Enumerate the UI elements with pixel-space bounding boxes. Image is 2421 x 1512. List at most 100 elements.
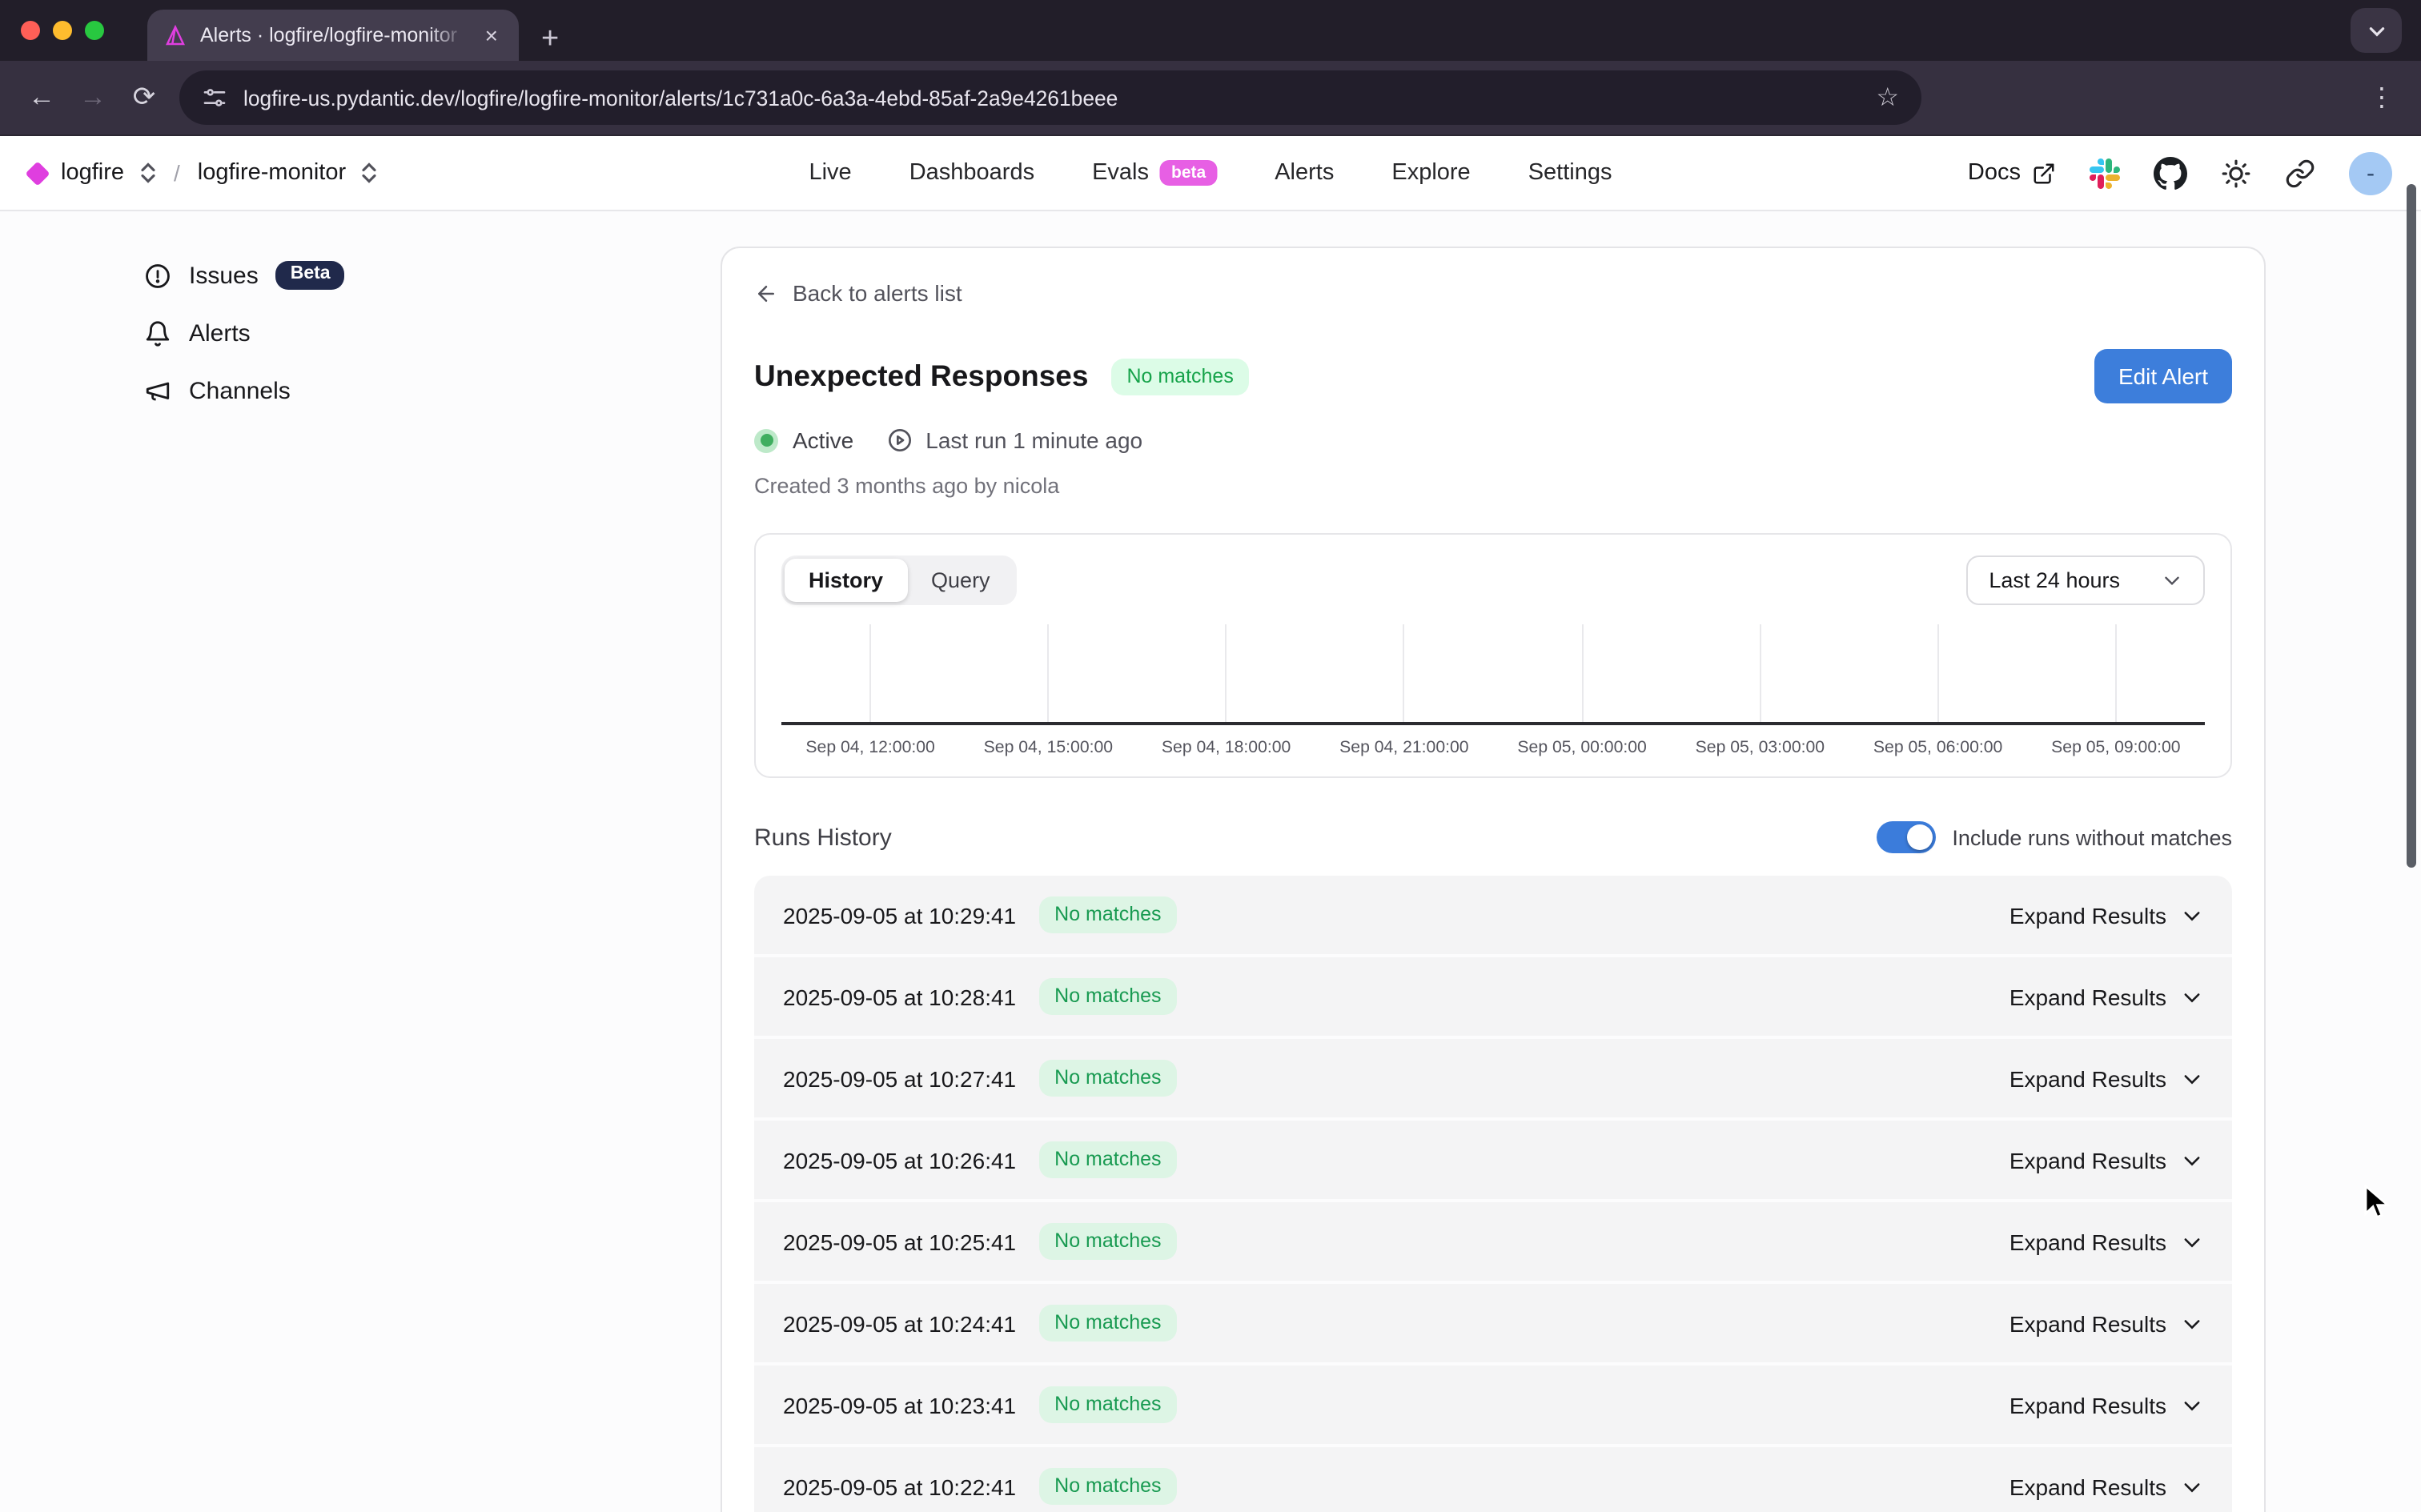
run-row: 2025-09-05 at 10:25:41 No matches Expand… — [754, 1202, 2232, 1284]
run-row: 2025-09-05 at 10:22:41 No matches Expand… — [754, 1447, 2232, 1512]
github-icon[interactable] — [2154, 156, 2187, 190]
new-tab-button[interactable]: + — [541, 24, 559, 54]
tab-close-icon[interactable]: × — [480, 22, 503, 48]
time-range-select[interactable]: Last 24 hours — [1966, 555, 2205, 605]
alert-status-badge: No matches — [1110, 358, 1249, 395]
megaphone-icon — [144, 377, 171, 404]
tab-query[interactable]: Query — [907, 559, 1014, 602]
expand-results-button[interactable]: Expand Results — [2009, 1392, 2203, 1418]
x-tick: Sep 05, 09:00:00 — [2027, 738, 2205, 757]
main-nav: Live Dashboards Evalsbeta Alerts Explore… — [809, 160, 1612, 186]
issue-alert-icon — [144, 262, 171, 289]
bell-icon — [144, 319, 171, 347]
run-status-badge: No matches — [1038, 978, 1177, 1015]
expand-results-button[interactable]: Expand Results — [2009, 984, 2203, 1009]
sidebar-item-label: Alerts — [189, 319, 251, 347]
browser-tabstrip: Alerts · logfire/logfire-monitor × + — [0, 0, 2421, 61]
browser-back-button[interactable]: ← — [16, 72, 67, 123]
nav-settings[interactable]: Settings — [1528, 160, 1612, 186]
x-tick: Sep 04, 18:00:00 — [1138, 738, 1315, 757]
include-runs-toggle[interactable] — [1877, 821, 1936, 853]
tab-title: Alerts · logfire/logfire-monitor — [200, 24, 468, 46]
expand-results-button[interactable]: Expand Results — [2009, 1310, 2203, 1336]
expand-results-button[interactable]: Expand Results — [2009, 902, 2203, 928]
sidebar-item-alerts[interactable]: Alerts — [144, 304, 624, 362]
chevron-down-icon — [2181, 1149, 2203, 1171]
bookmark-star-icon[interactable]: ☆ — [1876, 82, 1899, 114]
expand-results-button[interactable]: Expand Results — [2009, 1065, 2203, 1091]
alert-status-row: Active Last run 1 minute ago — [754, 427, 2232, 453]
expand-results-button[interactable]: Expand Results — [2009, 1229, 2203, 1254]
close-window-button[interactable] — [21, 21, 40, 40]
browser-reload-button[interactable]: ⟳ — [118, 72, 170, 123]
nav-evals[interactable]: Evalsbeta — [1092, 160, 1217, 186]
breadcrumb: logfire / logfire-monitor — [29, 160, 378, 186]
x-tick: Sep 05, 00:00:00 — [1493, 738, 1671, 757]
last-run-label: Last run 1 minute ago — [925, 427, 1142, 453]
run-timestamp: 2025-09-05 at 10:23:41 — [783, 1392, 1016, 1418]
x-tick: Sep 05, 06:00:00 — [1849, 738, 2027, 757]
theme-sun-icon[interactable] — [2221, 158, 2251, 188]
edit-alert-button[interactable]: Edit Alert — [2094, 349, 2232, 403]
browser-menu-icon[interactable]: ⋮ — [2360, 82, 2405, 114]
project-switcher-icon[interactable] — [360, 162, 378, 184]
expand-results-button[interactable]: Expand Results — [2009, 1147, 2203, 1173]
slack-icon[interactable] — [2090, 158, 2120, 188]
minimize-window-button[interactable] — [53, 21, 72, 40]
chevron-down-icon — [2181, 1312, 2203, 1334]
chevron-down-icon — [2181, 1230, 2203, 1253]
runs-list: 2025-09-05 at 10:29:41 No matches Expand… — [754, 876, 2232, 1512]
browser-tab[interactable]: Alerts · logfire/logfire-monitor × — [147, 10, 519, 61]
active-status-icon — [754, 428, 778, 452]
run-status-badge: No matches — [1038, 1305, 1177, 1342]
tab-search-button[interactable] — [2351, 8, 2402, 53]
nav-dashboards[interactable]: Dashboards — [909, 160, 1034, 186]
nav-alerts[interactable]: Alerts — [1275, 160, 1334, 186]
x-tick: Sep 04, 15:00:00 — [959, 738, 1137, 757]
last-run: Last run 1 minute ago — [887, 427, 1142, 453]
org-name[interactable]: logfire — [61, 160, 124, 186]
run-timestamp: 2025-09-05 at 10:27:41 — [783, 1065, 1016, 1091]
nav-live[interactable]: Live — [809, 160, 851, 186]
chevron-down-icon — [2181, 1394, 2203, 1416]
app-header: logfire / logfire-monitor Live Dashboard… — [0, 136, 2421, 211]
chevron-down-icon — [2181, 904, 2203, 926]
page-scrollbar-thumb[interactable] — [2407, 184, 2416, 868]
docs-link[interactable]: Docs — [1968, 160, 2056, 186]
sidebar-item-issues[interactable]: Issues Beta — [144, 247, 624, 304]
runs-history-header: Runs History Include runs without matche… — [754, 821, 2232, 853]
history-chart-card: History Query Last 24 hours Sep 04, 12:0… — [754, 533, 2232, 778]
chart-x-axis-labels: Sep 04, 12:00:00 Sep 04, 15:00:00 Sep 04… — [781, 725, 2205, 767]
sidebar-item-channels[interactable]: Channels — [144, 362, 624, 419]
run-row: 2025-09-05 at 10:28:41 No matches Expand… — [754, 957, 2232, 1039]
x-tick: Sep 04, 21:00:00 — [1315, 738, 1493, 757]
chevron-down-icon — [2181, 1067, 2203, 1089]
external-link-icon — [2032, 161, 2056, 185]
browser-toolbar: ← → ⟳ logfire-us.pydantic.dev/logfire/lo… — [0, 61, 2421, 136]
run-status-badge: No matches — [1038, 1141, 1177, 1178]
header-actions: Docs - — [1968, 151, 2392, 195]
project-name[interactable]: logfire-monitor — [198, 160, 346, 186]
site-settings-icon[interactable] — [202, 85, 227, 110]
browser-forward-button[interactable]: → — [67, 72, 118, 123]
run-status-badge: No matches — [1038, 1060, 1177, 1097]
org-switcher-icon[interactable] — [139, 162, 156, 184]
history-chart-plot — [781, 624, 2205, 725]
run-row: 2025-09-05 at 10:26:41 No matches Expand… — [754, 1121, 2232, 1202]
active-label: Active — [793, 427, 853, 453]
user-avatar[interactable]: - — [2349, 151, 2392, 195]
run-timestamp: 2025-09-05 at 10:24:41 — [783, 1310, 1016, 1336]
share-link-icon[interactable] — [2285, 158, 2315, 188]
chevron-down-icon — [2162, 570, 2182, 591]
expand-results-button[interactable]: Expand Results — [2009, 1474, 2203, 1499]
run-row: 2025-09-05 at 10:24:41 No matches Expand… — [754, 1284, 2232, 1366]
back-to-alerts-link[interactable]: Back to alerts list — [754, 280, 2232, 306]
nav-explore[interactable]: Explore — [1391, 160, 1470, 186]
url-bar[interactable]: logfire-us.pydantic.dev/logfire/logfire-… — [179, 70, 1921, 125]
tab-history[interactable]: History — [785, 559, 907, 602]
issues-beta-badge: Beta — [276, 262, 345, 290]
chart-card-header: History Query Last 24 hours — [781, 555, 2205, 605]
sidebar-item-label: Issues — [189, 262, 259, 289]
created-by-text: Created 3 months ago by nicola — [754, 474, 2232, 498]
zoom-window-button[interactable] — [85, 21, 104, 40]
